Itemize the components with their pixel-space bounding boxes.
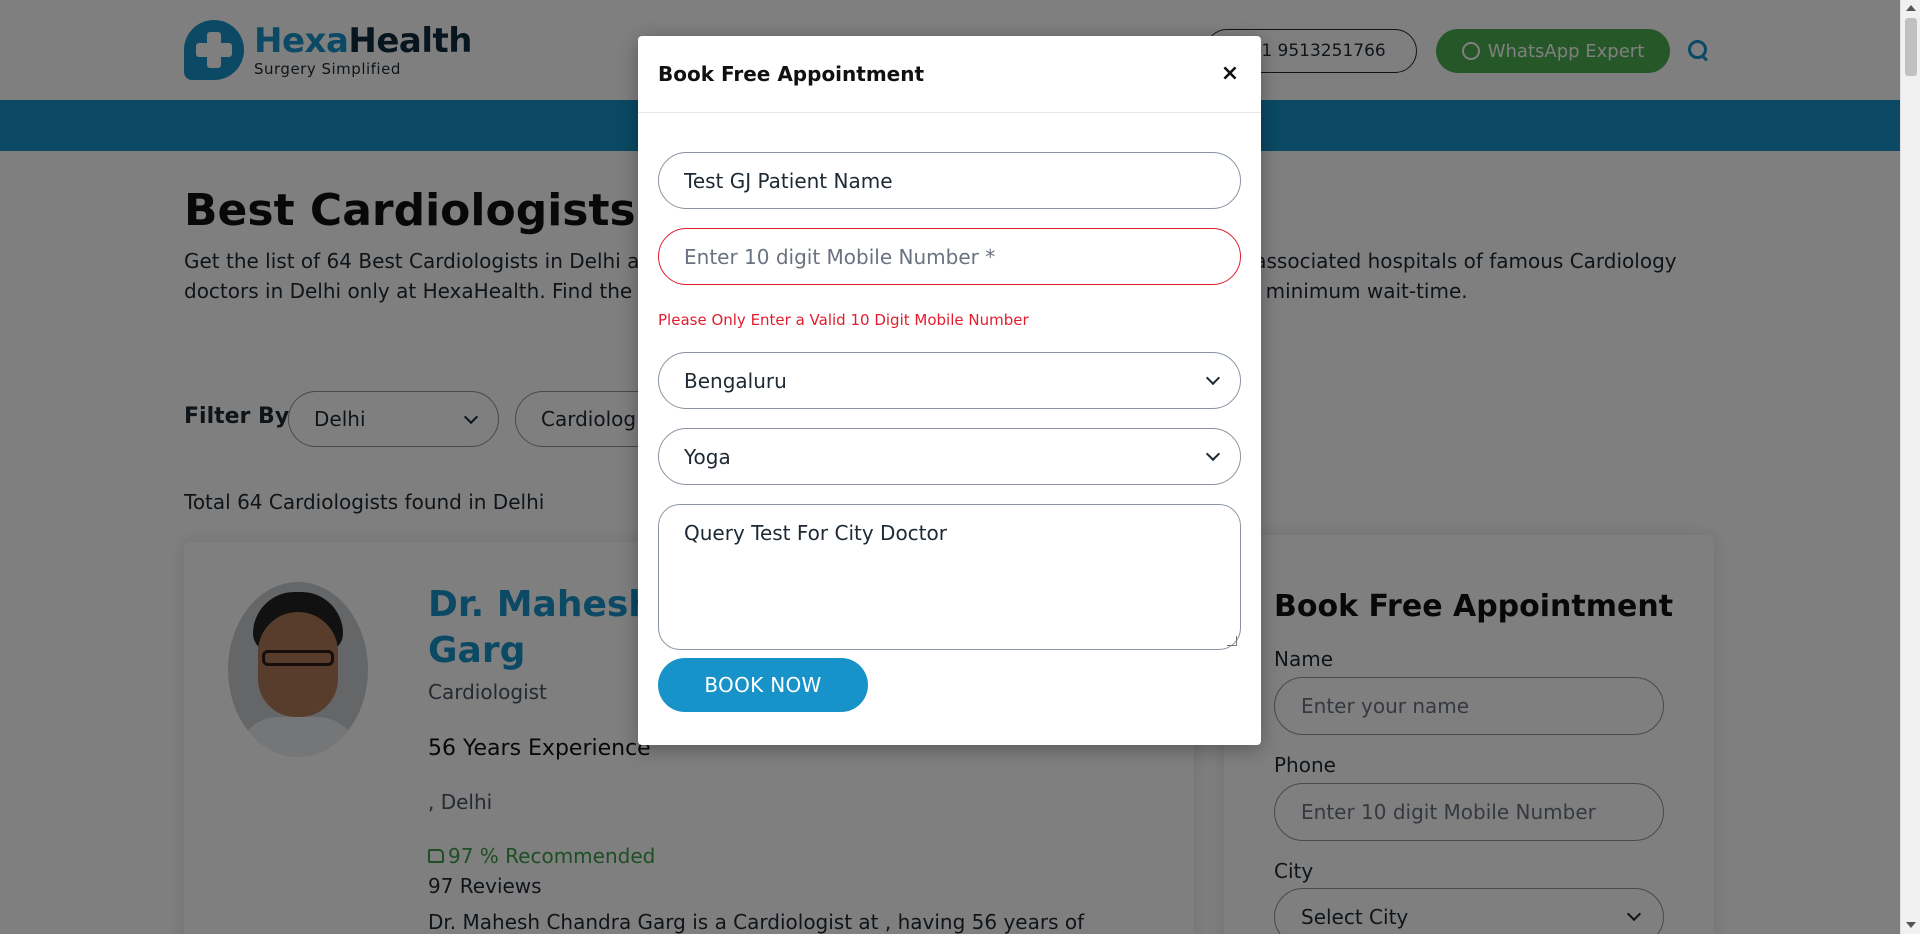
city-select[interactable]: Bengaluru — [658, 352, 1241, 409]
chevron-down-icon — [1205, 370, 1221, 386]
patient-name-input[interactable]: Test GJ Patient Name — [658, 152, 1241, 209]
page-scrollbar[interactable] — [1900, 0, 1920, 934]
scroll-up-arrow-icon[interactable] — [1906, 5, 1916, 11]
scroll-thumb[interactable] — [1905, 18, 1917, 76]
query-textarea[interactable]: Query Test For City Doctor — [658, 504, 1241, 650]
modal-header: Book Free Appointment × — [638, 36, 1261, 113]
book-now-button[interactable]: BOOK NOW — [658, 658, 868, 712]
close-icon[interactable]: × — [1215, 58, 1245, 88]
scroll-down-arrow-icon[interactable] — [1906, 922, 1916, 928]
mobile-number-input[interactable]: Enter 10 digit Mobile Number * — [658, 228, 1241, 285]
chevron-down-icon — [1205, 446, 1221, 462]
modal-title: Book Free Appointment — [658, 62, 925, 86]
mobile-error-message: Please Only Enter a Valid 10 Digit Mobil… — [658, 311, 1029, 329]
appointment-modal: Book Free Appointment × Test GJ Patient … — [638, 36, 1261, 745]
resize-handle-icon[interactable] — [1227, 636, 1237, 646]
treatment-select[interactable]: Yoga — [658, 428, 1241, 485]
